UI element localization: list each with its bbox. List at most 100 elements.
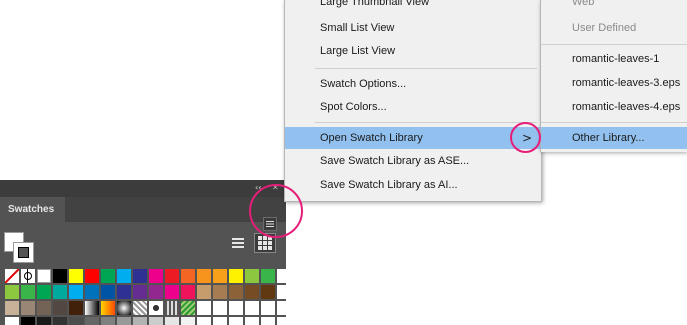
swatch[interactable] [53, 317, 67, 325]
list-view-icon[interactable] [230, 235, 246, 251]
menu-item-save-swatch-library-ase[interactable]: Save Swatch Library as ASE... [285, 150, 541, 172]
swatch[interactable] [133, 301, 147, 315]
menu-item-large-list-view[interactable]: Large List View [285, 40, 541, 62]
swatch[interactable] [5, 317, 19, 325]
submenu-item-romantic-leaves-1[interactable]: romantic-leaves-1 [541, 48, 687, 70]
swatch[interactable] [85, 285, 99, 299]
swatch[interactable] [37, 317, 51, 325]
swatch[interactable] [197, 317, 211, 325]
swatch[interactable] [117, 269, 131, 283]
swatch[interactable] [245, 269, 259, 283]
swatch[interactable] [181, 317, 195, 325]
swatch[interactable] [37, 269, 51, 283]
swatch[interactable] [213, 269, 227, 283]
swatch[interactable] [117, 317, 131, 325]
swatch[interactable] [101, 285, 115, 299]
swatch[interactable] [5, 285, 19, 299]
annotation-circle-panel-menu [249, 184, 303, 238]
menu-item-open-swatch-library[interactable]: Open Swatch Library > [285, 127, 541, 149]
submenu-item-web[interactable]: Web [541, 0, 687, 13]
swatch[interactable] [181, 285, 195, 299]
menu-item-save-swatch-library-ai[interactable]: Save Swatch Library as AI... [285, 174, 541, 196]
submenu-item-label: Web [572, 0, 595, 8]
swatch[interactable] [101, 269, 115, 283]
swatch[interactable] [5, 301, 19, 315]
submenu-item-label: Other Library... [572, 132, 645, 144]
swatch[interactable] [101, 317, 115, 325]
swatch[interactable] [245, 285, 259, 299]
swatch[interactable] [197, 285, 211, 299]
swatch[interactable] [53, 269, 67, 283]
menu-item-small-list-view[interactable]: Small List View [285, 17, 541, 39]
swatch[interactable] [277, 269, 286, 283]
swatch[interactable] [261, 317, 275, 325]
swatch[interactable] [213, 301, 227, 315]
swatch[interactable] [69, 317, 83, 325]
swatch[interactable] [117, 301, 131, 315]
swatch[interactable] [261, 301, 275, 315]
menu-item-label: Small List View [320, 22, 395, 34]
annotation-circle-submenu-arrow [510, 122, 541, 153]
submenu-item-label: romantic-leaves-3.eps [572, 77, 681, 89]
swatch[interactable] [85, 269, 99, 283]
swatch[interactable] [5, 269, 19, 283]
swatch[interactable] [245, 301, 259, 315]
swatch[interactable] [197, 269, 211, 283]
swatch[interactable] [117, 285, 131, 299]
swatch[interactable] [21, 317, 35, 325]
tab-swatches[interactable]: Swatches [0, 197, 65, 222]
swatch[interactable] [261, 269, 275, 283]
swatch[interactable] [85, 301, 99, 315]
swatch[interactable] [277, 301, 286, 315]
swatch[interactable] [149, 285, 163, 299]
swatch[interactable] [133, 269, 147, 283]
swatch[interactable] [229, 269, 243, 283]
swatch[interactable] [21, 301, 35, 315]
swatch[interactable] [165, 317, 179, 325]
swatch[interactable] [85, 317, 99, 325]
submenu-item-romantic-leaves-3[interactable]: romantic-leaves-3.eps [541, 72, 687, 94]
swatch[interactable] [69, 285, 83, 299]
swatch[interactable] [277, 317, 286, 325]
menu-item-spot-colors[interactable]: Spot Colors... [285, 96, 541, 118]
stroke-color-box[interactable] [13, 242, 34, 263]
menu-item-label: Save Swatch Library as ASE... [320, 155, 470, 167]
swatch[interactable] [181, 301, 195, 315]
menu-item-large-thumbnail-view[interactable]: Large Thumbnail View [285, 0, 541, 13]
swatch[interactable] [53, 301, 67, 315]
swatch[interactable] [197, 301, 211, 315]
swatch[interactable] [229, 301, 243, 315]
swatch[interactable] [229, 317, 243, 325]
swatch[interactable] [53, 285, 67, 299]
swatch[interactable] [133, 317, 147, 325]
swatch[interactable] [261, 285, 275, 299]
swatch[interactable] [229, 285, 243, 299]
menu-item-swatch-options[interactable]: Swatch Options... [285, 73, 541, 95]
panel-title-bar: ‹‹ ✕ [0, 180, 286, 197]
submenu-item-label: romantic-leaves-4.eps [572, 101, 681, 113]
swatch[interactable] [69, 301, 83, 315]
swatch[interactable] [21, 285, 35, 299]
submenu-item-other-library[interactable]: Other Library... [541, 127, 687, 149]
swatch[interactable] [69, 269, 83, 283]
swatch[interactable] [149, 269, 163, 283]
swatch[interactable] [245, 317, 259, 325]
swatch-library-submenu: Web User Defined romantic-leaves-1 roman… [540, 0, 687, 152]
swatch[interactable] [37, 301, 51, 315]
swatch[interactable] [149, 301, 163, 315]
swatch[interactable] [101, 301, 115, 315]
swatch[interactable] [149, 317, 163, 325]
swatch[interactable] [165, 285, 179, 299]
submenu-item-user-defined[interactable]: User Defined [541, 17, 687, 39]
swatch[interactable] [213, 317, 227, 325]
swatch[interactable] [21, 269, 35, 283]
swatch[interactable] [181, 269, 195, 283]
swatch[interactable] [37, 285, 51, 299]
swatch[interactable] [165, 301, 179, 315]
swatch[interactable] [133, 285, 147, 299]
menu-separator [315, 68, 537, 69]
swatch[interactable] [165, 269, 179, 283]
swatch[interactable] [277, 285, 286, 299]
submenu-item-romantic-leaves-4[interactable]: romantic-leaves-4.eps [541, 96, 687, 118]
swatch[interactable] [213, 285, 227, 299]
